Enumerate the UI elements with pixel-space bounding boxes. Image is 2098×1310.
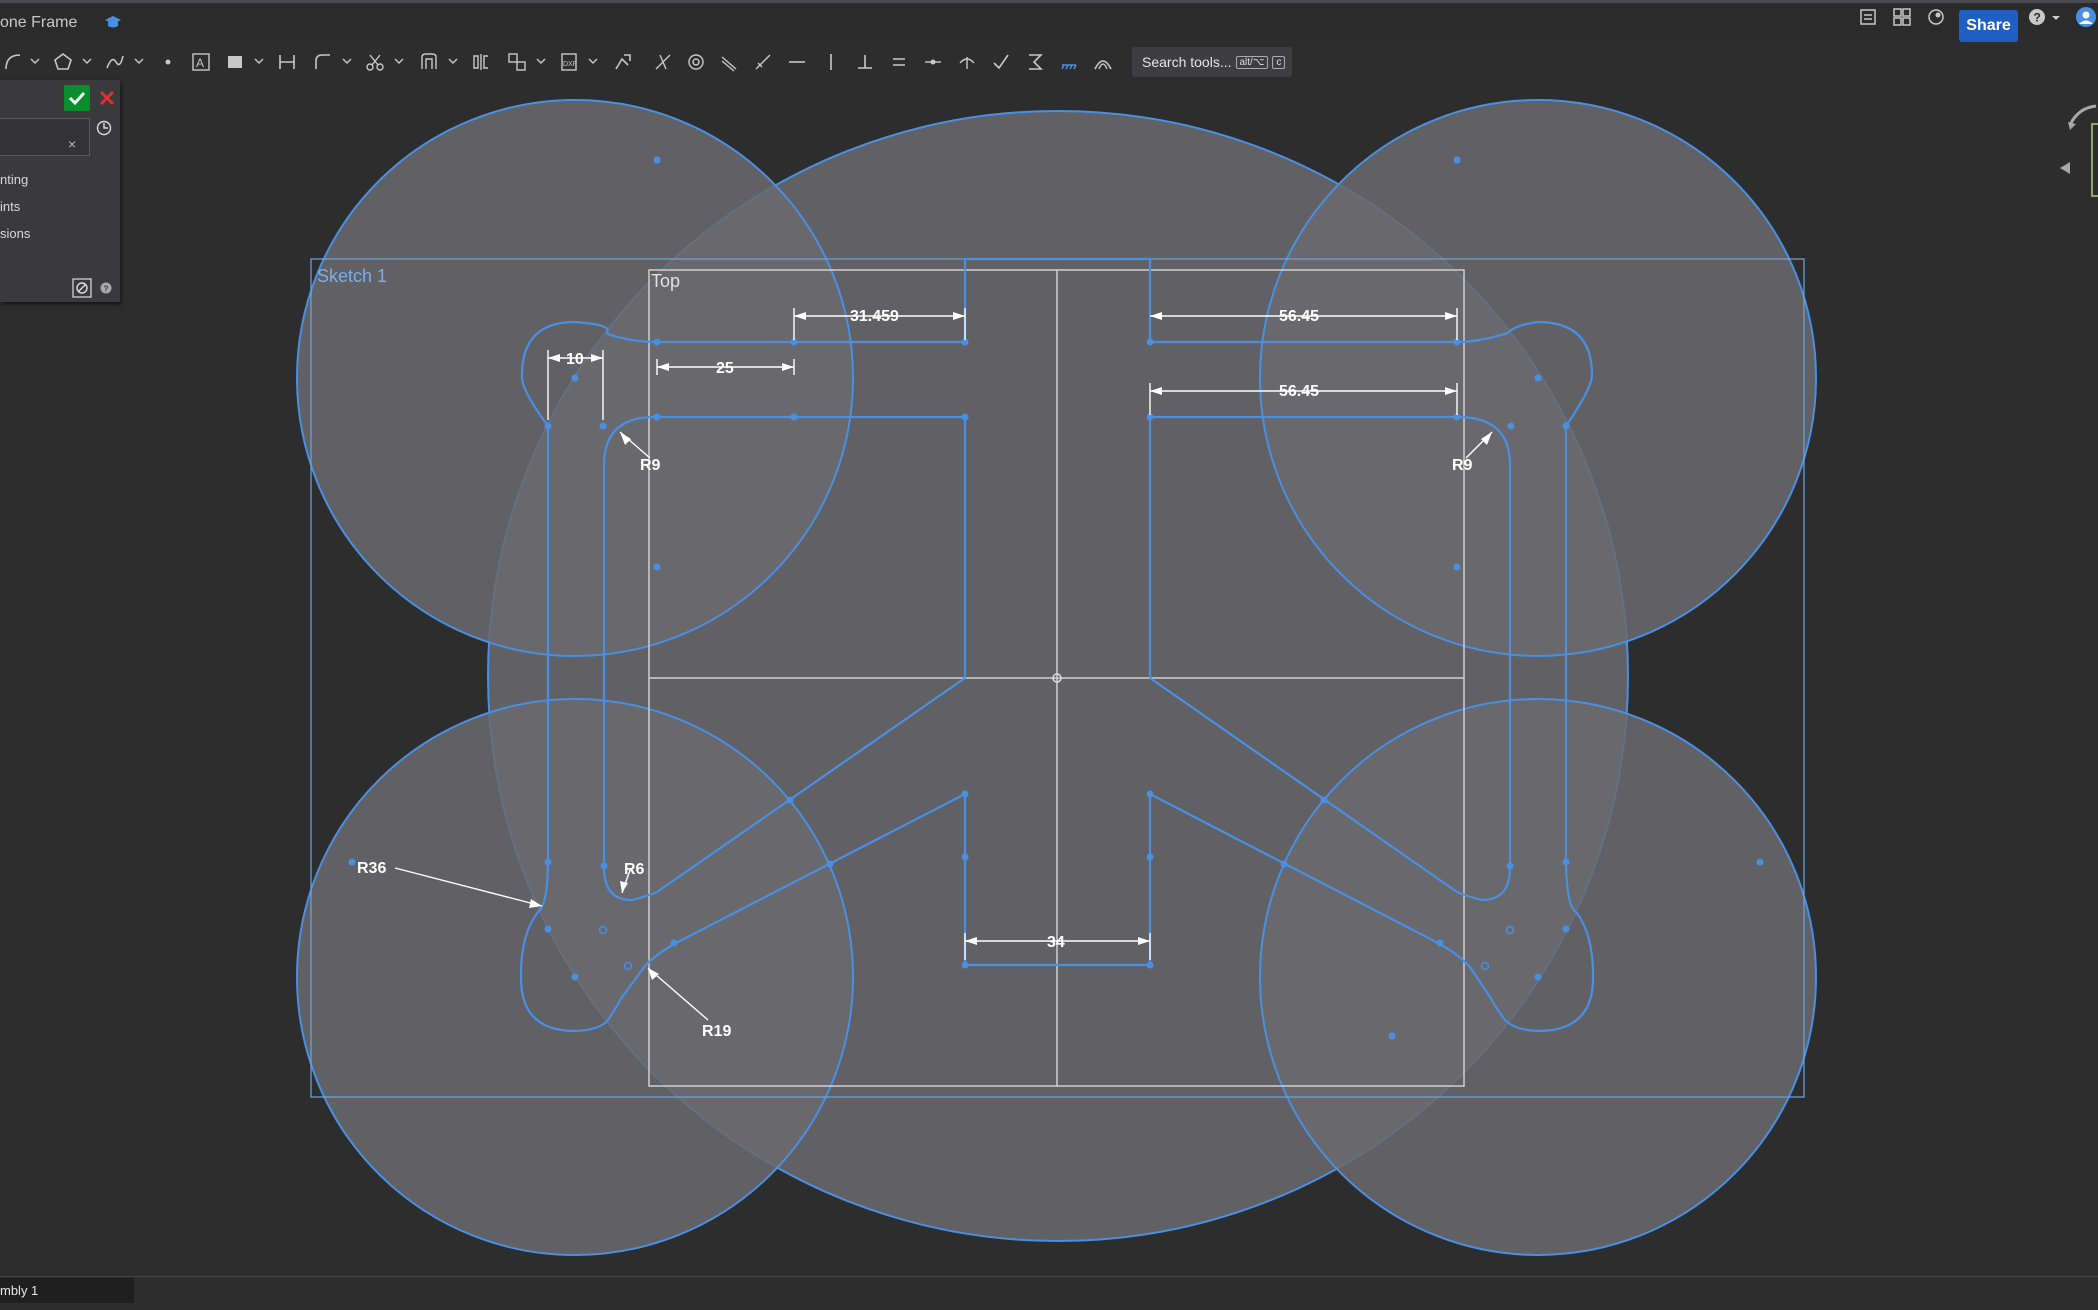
shortcut-key-alt: alt/⌥ [1235, 55, 1269, 69]
svg-text:DXF: DXF [563, 61, 577, 68]
help-caret-icon[interactable] [2050, 7, 2062, 27]
search-tools-label: Search tools... [1142, 54, 1232, 70]
dim-31459[interactable]: 31.459 [850, 308, 899, 325]
tab-assembly[interactable]: mbly 1 [0, 1278, 134, 1303]
horizontal-constraint-icon[interactable] [786, 51, 808, 73]
cancel-close-icon[interactable] [96, 85, 118, 111]
learning-center-icon[interactable] [104, 13, 122, 31]
dim-r9-left[interactable]: R9 [640, 457, 661, 474]
perpendicular-constraint-icon[interactable] [854, 51, 876, 73]
search-tools-button[interactable]: Search tools... alt/⌥ c [1132, 47, 1292, 77]
panel-option-show-constraints[interactable]: nting [0, 172, 28, 187]
clear-selection-icon[interactable]: × [68, 136, 76, 152]
shortcut-key-c: c [1272, 55, 1286, 69]
pattern-tool-icon[interactable] [506, 51, 528, 73]
sketch-canvas[interactable]: 31.459 56.45 56.45 25 10 34 R9 R9 R36 R6… [0, 0, 2098, 1309]
panel-option-show-points[interactable]: ints [0, 199, 20, 214]
sketch-dialog-panel: × nting ints sions ? [0, 80, 120, 302]
spline-tool-icon[interactable] [104, 51, 126, 73]
insert-image-icon[interactable] [224, 51, 246, 73]
sketch-toolbar: A DXF [0, 43, 2098, 81]
document-list-icon[interactable] [1858, 7, 1878, 27]
parallel-constraint-icon[interactable] [718, 51, 740, 73]
equal-constraint-icon[interactable] [888, 51, 910, 73]
accept-checkmark-icon[interactable] [64, 85, 90, 111]
bottom-tab-bar [0, 1276, 2098, 1310]
svg-text:A: A [196, 56, 204, 70]
view-cube-left-arrow-icon [2060, 162, 2070, 174]
document-title[interactable]: one Frame [0, 14, 77, 32]
use-tool-icon[interactable] [612, 51, 634, 73]
help-icon[interactable]: ? [2027, 7, 2047, 27]
top-bar: one Frame Share ? [0, 0, 2098, 42]
help-icon[interactable]: ? [100, 282, 112, 294]
panel-option-show-dimensions[interactable]: sions [0, 226, 30, 241]
history-clock-icon[interactable] [96, 120, 112, 136]
plane-label: Top [651, 271, 680, 291]
polygon-tool-icon[interactable] [52, 51, 74, 73]
construction-icon[interactable] [276, 51, 298, 73]
dim-34[interactable]: 34 [1047, 934, 1065, 951]
sketch-plane-field[interactable] [0, 118, 90, 156]
normal-constraint-icon[interactable] [956, 51, 978, 73]
chevron-down-icon[interactable] [254, 57, 264, 65]
concentric-constraint-icon[interactable] [685, 51, 707, 73]
dim-r36[interactable]: R36 [357, 860, 386, 877]
chevron-down-icon[interactable] [394, 57, 404, 65]
user-avatar-icon[interactable] [2074, 7, 2098, 27]
coincident-constraint-icon[interactable] [652, 51, 674, 73]
point-tool-icon[interactable] [157, 51, 179, 73]
symmetric-constraint-icon[interactable] [1024, 51, 1046, 73]
arc-tool-icon[interactable] [2, 51, 24, 73]
midpoint-constraint-icon[interactable] [922, 51, 944, 73]
tab-assembly-label: mbly 1 [0, 1283, 39, 1298]
curvature-constraint-icon[interactable] [1092, 51, 1114, 73]
vertical-constraint-icon[interactable] [820, 51, 842, 73]
dim-r19[interactable]: R19 [702, 1023, 731, 1040]
fix-constraint-icon[interactable] [1058, 51, 1080, 73]
sketch-tool-icon[interactable] [72, 278, 92, 298]
chevron-down-icon[interactable] [134, 57, 144, 65]
tangent-constraint-icon[interactable] [752, 51, 774, 73]
view-cube[interactable] [2060, 100, 2098, 210]
dxf-import-icon[interactable]: DXF [558, 51, 580, 73]
dim-r9-right[interactable]: R9 [1452, 457, 1473, 474]
chevron-down-icon[interactable] [342, 57, 352, 65]
chevron-down-icon[interactable] [82, 57, 92, 65]
chevron-down-icon[interactable] [536, 57, 546, 65]
fillet-tool-icon[interactable] [312, 51, 334, 73]
svg-text:?: ? [2034, 11, 2041, 25]
chevron-down-icon[interactable] [588, 57, 598, 65]
sketch-label: Sketch 1 [317, 266, 387, 286]
share-button[interactable]: Share [1959, 10, 2018, 42]
offset-tool-icon[interactable] [418, 51, 440, 73]
dim-5645-top[interactable]: 56.45 [1279, 308, 1319, 325]
dim-25[interactable]: 25 [716, 360, 734, 377]
chevron-down-icon[interactable] [448, 57, 458, 65]
mirror-tool-icon[interactable] [470, 51, 492, 73]
dim-5645-bottom[interactable]: 56.45 [1279, 383, 1319, 400]
render-studio-icon[interactable] [1926, 7, 1946, 27]
svg-text:?: ? [104, 285, 109, 294]
dim-10[interactable]: 10 [566, 351, 584, 368]
text-tool-icon[interactable]: A [190, 51, 212, 73]
dim-r6[interactable]: R6 [624, 861, 645, 878]
chevron-down-icon[interactable] [30, 57, 40, 65]
pierce-constraint-icon[interactable] [990, 51, 1012, 73]
trim-tool-icon[interactable] [364, 51, 386, 73]
app-store-icon[interactable] [1892, 7, 1912, 27]
